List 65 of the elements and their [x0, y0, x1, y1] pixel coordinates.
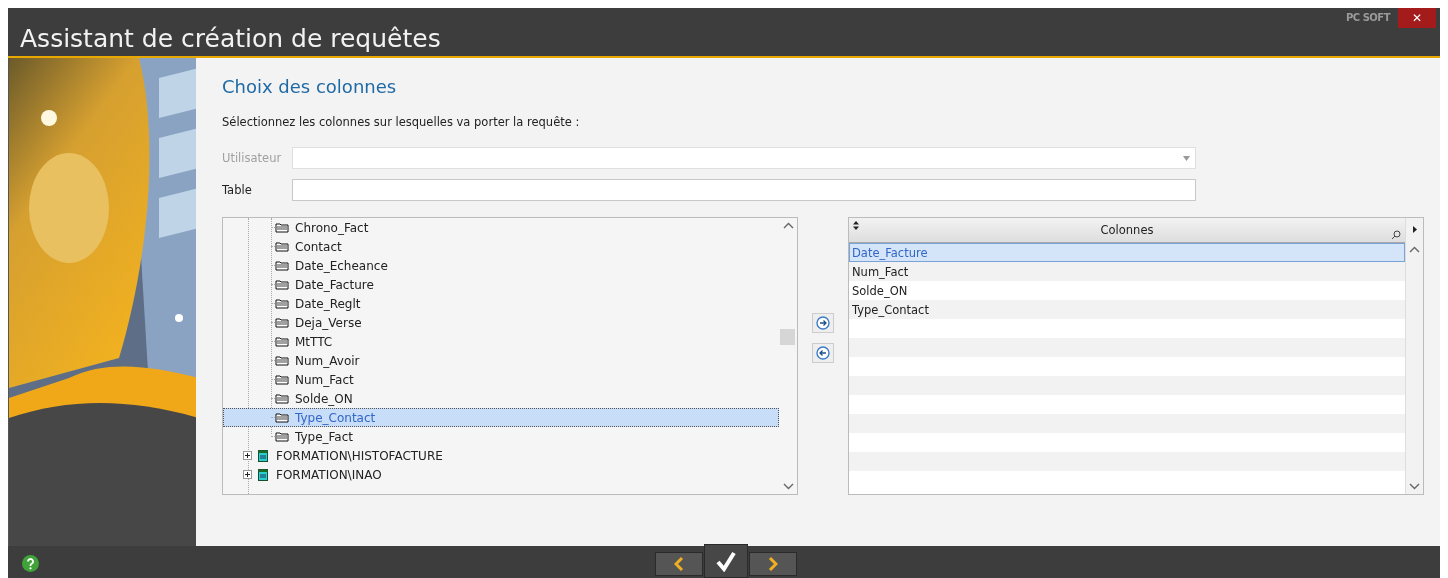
- expand-icon[interactable]: [243, 451, 252, 460]
- scroll-thumb[interactable]: [780, 329, 795, 345]
- window-title: Assistant de création de requêtes: [20, 24, 441, 53]
- finish-button[interactable]: [704, 544, 748, 578]
- scroll-down-icon[interactable]: [1409, 483, 1420, 490]
- sort-icon: [853, 221, 859, 230]
- tree-item[interactable]: Contact: [295, 239, 342, 254]
- tree-item[interactable]: Date_Facture: [295, 277, 374, 292]
- tree-item[interactable]: Num_Avoir: [295, 353, 360, 368]
- add-button[interactable]: [812, 313, 834, 333]
- tree-item[interactable]: Solde_ON: [295, 391, 353, 406]
- step-heading: Choix des colonnes: [222, 76, 398, 97]
- brand-logo: PC SOFT: [1346, 12, 1390, 23]
- scroll-up-icon[interactable]: [1409, 246, 1420, 253]
- folder-icon: [275, 241, 289, 252]
- tree-item[interactable]: Num_Fact: [295, 372, 354, 387]
- tree-item[interactable]: Date_Reglt: [295, 296, 361, 311]
- tree-item[interactable]: Type_Fact: [295, 429, 354, 444]
- field-label: Table: [222, 183, 253, 197]
- folder-icon: [275, 260, 289, 271]
- folder-icon: [275, 298, 289, 309]
- header-text: Colonnes: [1100, 223, 1154, 237]
- column-header[interactable]: Colonnes: [849, 218, 1405, 243]
- combo-field[interactable]: [292, 147, 1196, 169]
- folder-icon: [275, 374, 289, 385]
- help-icon[interactable]: [22, 554, 39, 572]
- list-row[interactable]: Type_Contact: [849, 302, 929, 317]
- list-row[interactable]: Date_Facture: [849, 245, 928, 260]
- table-icon: [258, 468, 268, 481]
- folder-icon: [275, 279, 289, 290]
- folder-icon: [275, 393, 289, 404]
- tree-item[interactable]: Chrono_Fact: [295, 220, 369, 235]
- caret-icon[interactable]: [1183, 155, 1190, 161]
- left-arrow-icon: [816, 346, 830, 360]
- list-row[interactable]: Solde_ON: [849, 283, 908, 298]
- list-row[interactable]: Num_Fact: [849, 264, 909, 279]
- tree-item[interactable]: Deja_Verse: [295, 315, 362, 330]
- tree-item[interactable]: FORMATION\HISTOFACTURE: [276, 448, 443, 463]
- tree-item[interactable]: MtTTC: [295, 334, 333, 349]
- scroll-down-icon[interactable]: [783, 483, 794, 490]
- remove-button[interactable]: [812, 343, 834, 363]
- right-arrow-icon: [816, 316, 830, 330]
- tree-item[interactable]: Type_Contact: [295, 410, 376, 425]
- checkmark-icon: [715, 550, 737, 572]
- folder-icon: [275, 336, 289, 347]
- next-button[interactable]: [749, 552, 797, 576]
- folder-icon: [275, 317, 289, 328]
- previous-button[interactable]: [655, 552, 703, 576]
- instruction-text: Sélectionnez les colonnes sur lesquelles va porter la requête :: [222, 115, 581, 129]
- folder-icon: [275, 431, 289, 442]
- close-button[interactable]: ✕: [1398, 8, 1436, 28]
- scroll-up-icon[interactable]: [783, 222, 794, 229]
- search-icon[interactable]: [1391, 230, 1401, 240]
- menu-arrow-icon[interactable]: [1413, 226, 1417, 233]
- chevron-left-icon: [674, 556, 684, 572]
- expand-icon[interactable]: [243, 470, 252, 479]
- folder-icon: [275, 355, 289, 366]
- folder-icon: [275, 222, 289, 233]
- chevron-right-icon: [768, 556, 778, 572]
- tree-item[interactable]: Date_Echeance: [295, 258, 388, 273]
- table-icon: [258, 449, 268, 462]
- folder-icon: [275, 412, 289, 423]
- field-label: Utilisateur: [222, 151, 283, 165]
- input-field[interactable]: [292, 179, 1196, 201]
- tree-item[interactable]: FORMATION\INAO: [276, 467, 382, 482]
